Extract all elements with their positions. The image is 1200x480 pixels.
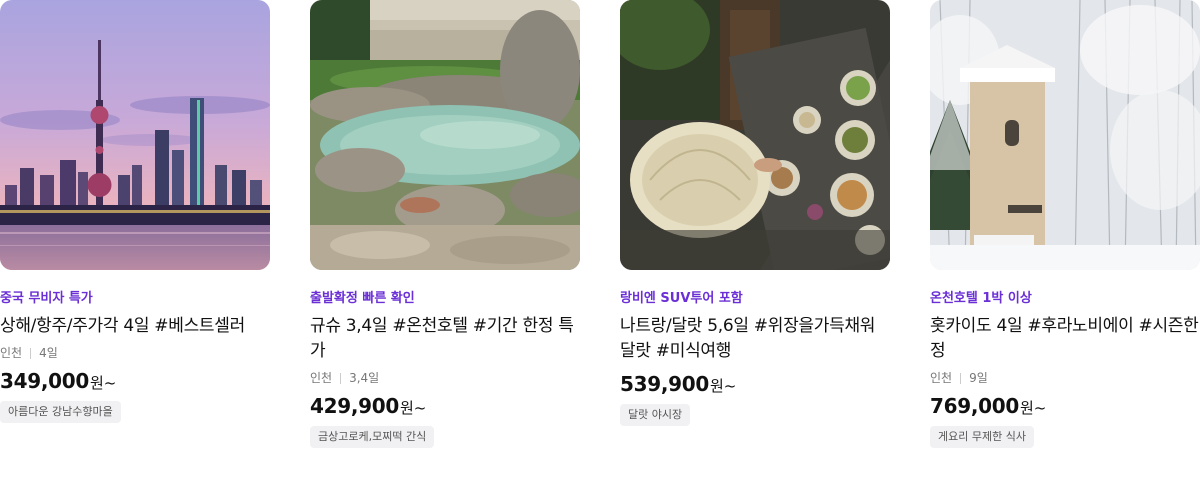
product-title[interactable]: 나트랑/달랏 5,6일 #위장을가득채워달랏 #미식여행 bbox=[620, 314, 890, 364]
feature-chip: 아름다운 강남수향마을 bbox=[0, 401, 121, 423]
price-unit: 원~ bbox=[90, 374, 117, 392]
trip-meta: 인천 4일 bbox=[0, 345, 270, 361]
product-card-row: 중국 무비자 특가 상해/항주/주가각 4일 #베스트셀러 인천 4일 349,… bbox=[0, 0, 1200, 480]
product-card-shanghai[interactable]: 중국 무비자 특가 상해/항주/주가각 4일 #베스트셀러 인천 4일 349,… bbox=[0, 0, 270, 423]
product-price: 429,900 원~ bbox=[310, 394, 580, 418]
price-amount: 769,000 bbox=[930, 394, 1019, 418]
trip-duration: 4일 bbox=[39, 346, 58, 360]
meta-divider bbox=[340, 372, 342, 384]
product-title[interactable]: 규슈 3,4일 #온천호텔 #기간 한정 특가 bbox=[310, 314, 580, 364]
trip-meta: 인천 9일 bbox=[930, 370, 1200, 386]
departure-city: 인천 bbox=[930, 371, 953, 385]
trip-meta: 인천 3,4일 bbox=[310, 370, 580, 386]
promo-tag: 랑비엔 SUV투어 포함 bbox=[620, 291, 743, 306]
meta-divider bbox=[960, 372, 962, 384]
feature-chip: 달랏 야시장 bbox=[620, 404, 691, 426]
product-title[interactable]: 홋카이도 4일 #후라노비에이 #시즌한정 bbox=[930, 314, 1200, 364]
price-amount: 539,900 bbox=[620, 372, 709, 396]
product-card-nhatrang[interactable]: 랑비엔 SUV투어 포함 나트랑/달랏 5,6일 #위장을가득채워달랏 #미식여… bbox=[620, 0, 890, 426]
product-image[interactable] bbox=[620, 0, 890, 270]
price-amount: 349,000 bbox=[0, 369, 89, 393]
promo-tag: 온천호텔 1박 이상 bbox=[930, 291, 1032, 306]
trip-duration: 3,4일 bbox=[349, 371, 380, 385]
promo-tag: 출발확정 빠른 확인 bbox=[310, 291, 415, 306]
product-price: 349,000 원~ bbox=[0, 369, 270, 393]
vietnam-food-image bbox=[620, 0, 890, 270]
product-image[interactable] bbox=[930, 0, 1200, 270]
product-image[interactable] bbox=[310, 0, 580, 270]
departure-city: 인천 bbox=[0, 346, 23, 360]
product-card-hokkaido[interactable]: 온천호텔 1박 이상 홋카이도 4일 #후라노비에이 #시즌한정 인천 9일 7… bbox=[930, 0, 1200, 448]
snowy-hokkaido-image bbox=[930, 0, 1200, 270]
price-unit: 원~ bbox=[710, 377, 737, 395]
product-price: 539,900 원~ bbox=[620, 372, 890, 396]
shanghai-skyline-image bbox=[0, 0, 270, 270]
price-unit: 원~ bbox=[1020, 399, 1047, 417]
product-image[interactable] bbox=[0, 0, 270, 270]
product-card-kyushu[interactable]: 출발확정 빠른 확인 규슈 3,4일 #온천호텔 #기간 한정 특가 인천 3,… bbox=[310, 0, 580, 448]
meta-divider bbox=[30, 347, 32, 359]
product-price: 769,000 원~ bbox=[930, 394, 1200, 418]
departure-city: 인천 bbox=[310, 371, 333, 385]
product-title[interactable]: 상해/항주/주가각 4일 #베스트셀러 bbox=[0, 314, 270, 339]
feature-chip: 금상고로케,모찌떡 간식 bbox=[310, 426, 435, 448]
trip-duration: 9일 bbox=[969, 371, 988, 385]
feature-chip: 게요리 무제한 식사 bbox=[930, 426, 1034, 448]
hot-spring-image bbox=[310, 0, 580, 270]
price-unit: 원~ bbox=[400, 399, 427, 417]
promo-tag: 중국 무비자 특가 bbox=[0, 291, 93, 306]
price-amount: 429,900 bbox=[310, 394, 399, 418]
